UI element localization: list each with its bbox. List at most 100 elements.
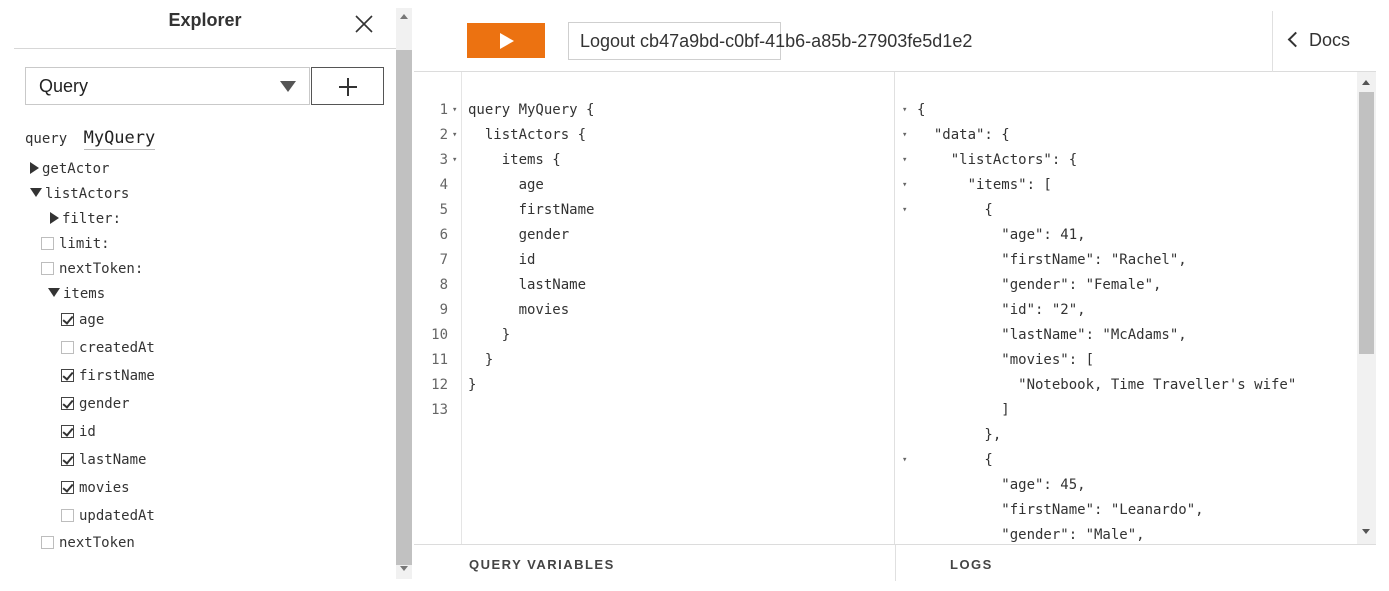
- operation-kind-label: query: [25, 131, 68, 147]
- docs-button[interactable]: Docs: [1287, 30, 1350, 51]
- play-icon: [500, 33, 514, 49]
- code-line: movies: [468, 302, 570, 318]
- scroll-down-arrow-icon[interactable]: [1362, 529, 1370, 534]
- explorer-panel: Explorer Query query MyQuery getActor li…: [14, 0, 396, 580]
- tree-arg-filter[interactable]: filter:: [50, 209, 121, 229]
- line-number: 11: [431, 352, 448, 368]
- operation-type-select[interactable]: Query: [25, 67, 310, 105]
- run-query-button[interactable]: [467, 23, 545, 58]
- tree-field-age[interactable]: age: [61, 310, 104, 330]
- scrollbar-thumb[interactable]: [1359, 92, 1374, 354]
- result-line: "movies": [: [917, 352, 1095, 368]
- line-number: 9: [439, 302, 448, 318]
- add-operation-button[interactable]: [311, 67, 384, 105]
- checkbox[interactable]: [41, 237, 54, 250]
- fold-arrow-icon[interactable]: ▾: [902, 180, 907, 190]
- checkbox[interactable]: [41, 262, 54, 275]
- result-line: {: [917, 102, 926, 118]
- line-number: 5: [439, 202, 448, 218]
- tree-item-listActors[interactable]: listActors: [30, 184, 129, 204]
- checkbox-checked[interactable]: [61, 425, 74, 438]
- tree-field-nextToken[interactable]: nextToken: [41, 533, 135, 553]
- code-line: }: [468, 377, 477, 393]
- fold-arrow-icon[interactable]: ▾: [452, 130, 457, 140]
- result-line: "gender": "Male",: [917, 527, 1145, 543]
- fold-arrow-icon[interactable]: ▾: [902, 155, 907, 165]
- tree-field-updatedAt[interactable]: updatedAt: [61, 506, 155, 526]
- toolbar: Logout cb47a9bd-c0bf-41b6-a85b-27903fe5d…: [414, 0, 1376, 72]
- tree-field-lastName[interactable]: lastName: [61, 450, 146, 470]
- result-line: ]: [917, 402, 1010, 418]
- fold-arrow-icon[interactable]: ▾: [902, 205, 907, 215]
- logout-button[interactable]: Logout cb47a9bd-c0bf-41b6-a85b-27903fe5d…: [568, 22, 972, 60]
- code-line: listActors {: [468, 127, 587, 143]
- close-icon[interactable]: [352, 12, 376, 36]
- result-line: "age": 41,: [917, 227, 1086, 243]
- result-line: "gender": "Female",: [917, 277, 1162, 293]
- chevron-left-icon: [1287, 31, 1304, 48]
- result-scrollbar[interactable]: [1357, 72, 1376, 544]
- collapse-arrow-icon: [48, 288, 60, 297]
- line-number-gutter: 1 ▾ 2 ▾ 3 ▾ 4 5 6 7 8 9 10 11 12 13: [414, 72, 462, 544]
- operation-name-row: query MyQuery: [25, 128, 156, 150]
- checkbox-checked[interactable]: [61, 453, 74, 466]
- result-line: "listActors": {: [917, 152, 1078, 168]
- tree-item-items[interactable]: items: [48, 284, 105, 304]
- logs-tab[interactable]: LOGS: [950, 557, 993, 572]
- checkbox-checked[interactable]: [61, 481, 74, 494]
- plus-icon: [339, 78, 357, 96]
- checkbox[interactable]: [61, 341, 74, 354]
- tree-field-gender[interactable]: gender: [61, 394, 130, 414]
- divider: [895, 545, 896, 581]
- expand-arrow-icon: [30, 162, 39, 174]
- scrollbar-thumb[interactable]: [396, 50, 412, 565]
- tree-arg-nextToken[interactable]: nextToken:: [41, 259, 143, 279]
- tree-arg-limit[interactable]: limit:: [41, 234, 110, 254]
- caret-down-icon: [280, 81, 296, 92]
- tree-field-createdAt[interactable]: createdAt: [61, 338, 155, 358]
- tree-item-getActor[interactable]: getActor: [30, 159, 109, 179]
- fold-arrow-icon[interactable]: ▾: [902, 455, 907, 465]
- code-line: gender: [468, 227, 570, 243]
- checkbox[interactable]: [41, 536, 54, 549]
- fold-arrow-icon[interactable]: ▾: [902, 105, 907, 115]
- code-line: }: [468, 327, 511, 343]
- fold-arrow-icon[interactable]: ▾: [452, 155, 457, 165]
- scroll-up-arrow-icon[interactable]: [400, 14, 408, 19]
- checkbox-checked[interactable]: [61, 369, 74, 382]
- tree-field-id[interactable]: id: [61, 422, 96, 442]
- fold-arrow-icon[interactable]: ▾: [452, 105, 457, 115]
- explorer-header: Explorer: [14, 0, 396, 49]
- code-line: id: [468, 252, 536, 268]
- checkbox[interactable]: [61, 509, 74, 522]
- code-line: lastName: [468, 277, 587, 293]
- result-line: {: [917, 452, 993, 468]
- explorer-scrollbar[interactable]: [396, 8, 412, 579]
- line-number: 13: [431, 402, 448, 418]
- line-number: 3: [439, 152, 448, 168]
- line-number: 7: [439, 252, 448, 268]
- operation-type-value: Query: [39, 76, 89, 96]
- tree-field-movies[interactable]: movies: [61, 478, 130, 498]
- tree-field-firstName[interactable]: firstName: [61, 366, 155, 386]
- result-viewer[interactable]: ▾ {▾ "data": {▾ "listActors": {▾ "items":…: [896, 72, 1356, 544]
- divider: [1272, 11, 1273, 72]
- line-number: 6: [439, 227, 448, 243]
- scroll-up-arrow-icon[interactable]: [1362, 80, 1370, 85]
- code-line: items {: [468, 152, 561, 168]
- expand-arrow-icon: [50, 212, 59, 224]
- fold-arrow-icon[interactable]: ▾: [902, 130, 907, 140]
- operation-name-input[interactable]: MyQuery: [83, 128, 156, 150]
- result-line: "firstName": "Rachel",: [917, 252, 1187, 268]
- result-line: {: [917, 202, 993, 218]
- line-number: 8: [439, 277, 448, 293]
- checkbox-checked[interactable]: [61, 313, 74, 326]
- checkbox-checked[interactable]: [61, 397, 74, 410]
- query-variables-tab[interactable]: QUERY VARIABLES: [469, 557, 615, 572]
- query-editor[interactable]: 1 ▾ 2 ▾ 3 ▾ 4 5 6 7 8 9 10 11 12 13 query MyQuery { lis…: [414, 72, 895, 544]
- scroll-down-arrow-icon[interactable]: [400, 566, 408, 571]
- result-line: "lastName": "McAdams",: [917, 327, 1187, 343]
- result-line: "id": "2",: [917, 302, 1086, 318]
- result-line: },: [917, 427, 1002, 443]
- result-line: "data": {: [917, 127, 1010, 143]
